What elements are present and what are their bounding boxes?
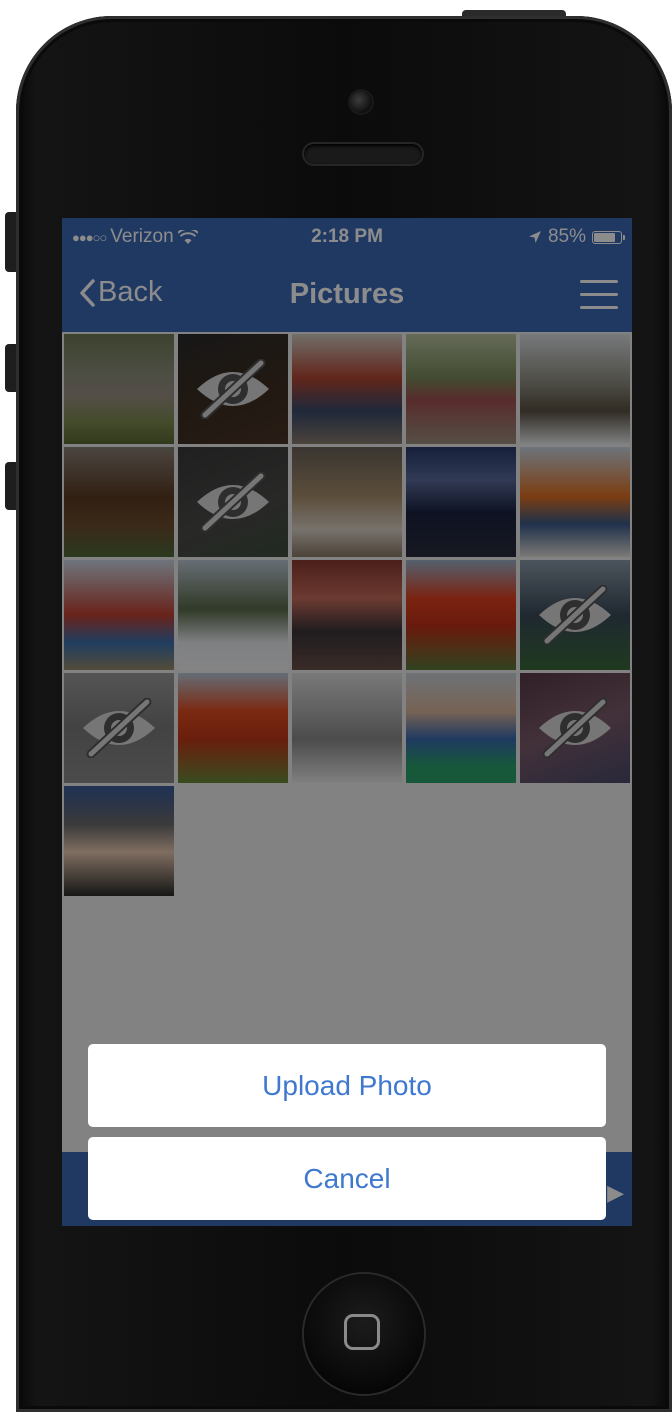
upload-photo-button[interactable]: Upload Photo — [88, 1044, 606, 1127]
app-screen: ●●●○○ Verizon 2:18 PM 85% Back Pictures — [62, 218, 632, 1226]
home-button[interactable] — [304, 1274, 424, 1394]
earpiece-speaker — [304, 144, 422, 164]
cancel-button[interactable]: Cancel — [88, 1137, 606, 1220]
front-camera — [350, 91, 372, 113]
